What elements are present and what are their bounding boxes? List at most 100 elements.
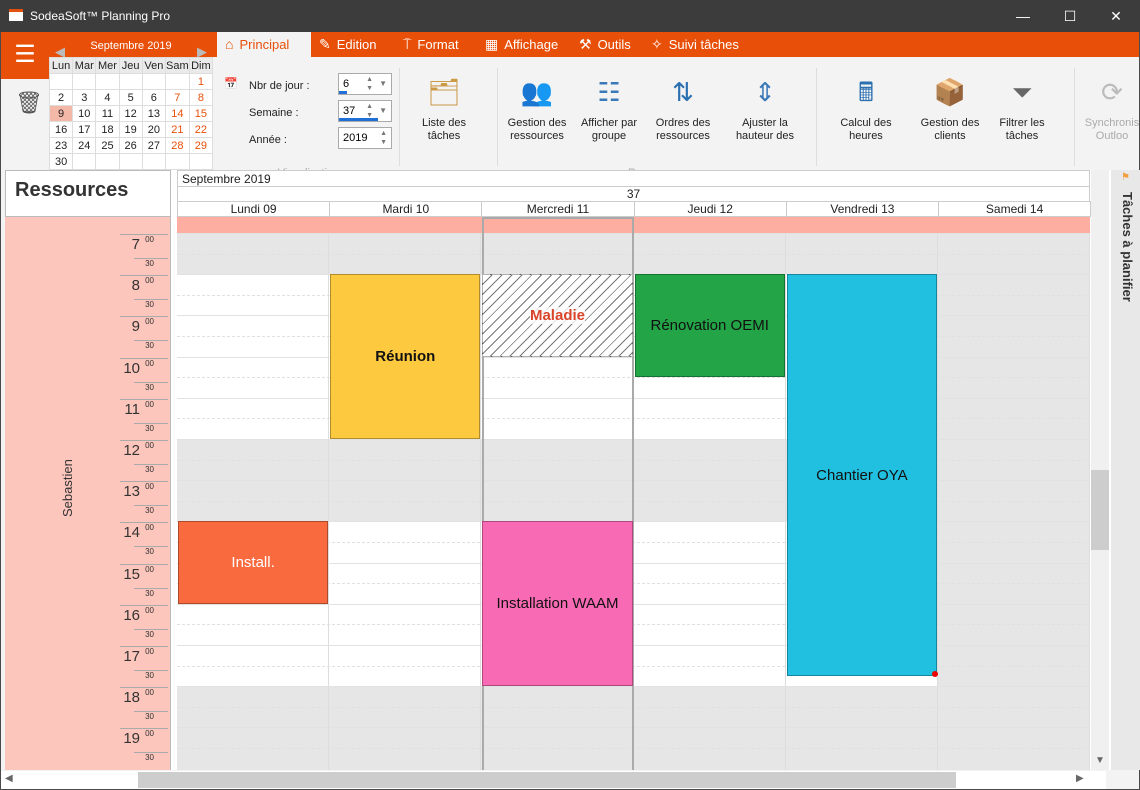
calendar-day[interactable]: 18: [95, 121, 120, 138]
calendar-day[interactable]: 23: [48, 137, 74, 154]
resize-handle[interactable]: [932, 670, 938, 677]
calendar-empty: [141, 73, 166, 90]
divider: [399, 68, 400, 166]
vertical-scrollbar[interactable]: ▼: [1091, 170, 1109, 770]
ribbon-button-task-list[interactable]: 🗂 Liste des tâches: [408, 74, 480, 143]
scroll-right-icon[interactable]: ▶: [1076, 773, 1084, 784]
calendar-day[interactable]: 5: [118, 89, 143, 106]
event-maladie[interactable]: Maladie: [482, 274, 633, 357]
edit-icon: ✎: [319, 36, 331, 52]
semaine-spinner[interactable]: 37 ▲ ▼ ▼: [338, 100, 392, 122]
calendar-day[interactable]: 3: [72, 89, 97, 106]
tab-label: Principal: [239, 37, 290, 52]
calendar-day[interactable]: 28: [164, 137, 190, 154]
trash-icon[interactable]: 🗑: [15, 90, 43, 116]
hour-label: 14 00 30: [120, 522, 168, 563]
calendar-day[interactable]: 8: [188, 89, 214, 106]
scroll-left-icon[interactable]: ◀: [5, 773, 13, 784]
maximize-button[interactable]: ☐: [1047, 0, 1093, 32]
tab-principal[interactable]: ⌂ Principal: [217, 32, 311, 57]
event-title: Maladie: [529, 306, 585, 324]
calendar-day[interactable]: 24: [72, 137, 97, 154]
day-header[interactable]: Vendredi 13: [785, 201, 939, 217]
calendar-day[interactable]: 21: [164, 121, 190, 138]
tasks-panel-tab[interactable]: ⚑ Tâches à planifier: [1111, 170, 1140, 770]
divider: [816, 68, 817, 166]
calendar-day[interactable]: 11: [95, 105, 120, 122]
ribbon-button-users[interactable]: 👥 Gestion des ressources: [501, 74, 573, 143]
nbr-jour-spinner[interactable]: 6 ▲ ▼ ▼: [338, 73, 392, 95]
calendar-day[interactable]: 25: [95, 137, 120, 154]
minute-label: 00: [145, 235, 154, 244]
resource-name[interactable]: Sebastien: [60, 459, 75, 517]
calendar-day[interactable]: 17: [72, 121, 97, 138]
scroll-thumb[interactable]: [1091, 470, 1109, 550]
calendar-day[interactable]: 14: [164, 105, 190, 122]
ribbon-button-filter[interactable]: ⏷ Filtrer les tâches: [986, 74, 1058, 143]
tab-affichage[interactable]: ▦ Affichage: [477, 32, 571, 57]
weekday-header: Mar: [72, 57, 97, 74]
minute-label: 00: [145, 523, 154, 533]
day-header[interactable]: Samedi 14: [938, 201, 1092, 217]
ribbon-button-sort-users[interactable]: ⇅ Ordres des ressources: [647, 74, 719, 143]
calendar-day[interactable]: 10: [72, 105, 97, 122]
annee-spinner[interactable]: 2019 ▲ ▼: [338, 127, 392, 149]
calendar-day[interactable]: 1: [188, 73, 214, 90]
tab-edition[interactable]: ✎ Edition: [311, 32, 395, 57]
calendar-day[interactable]: 12: [118, 105, 143, 122]
minute-label: 30: [134, 299, 168, 309]
tab-label: Suivi tâches: [668, 37, 739, 52]
schedule-grid[interactable]: Réunion Maladie Rénovation OEMI Chantier OY…: [177, 217, 1090, 770]
calendar-day[interactable]: 20: [141, 121, 166, 138]
event-réunion[interactable]: Réunion: [330, 274, 481, 439]
hour-label: 19 00 30: [120, 728, 168, 769]
ribbon-button-sync[interactable]: ⟳ Synchronis Outloo: [1082, 74, 1140, 143]
calendar-empty: [72, 73, 97, 90]
day-header[interactable]: Jeudi 12: [633, 201, 787, 217]
minimize-button[interactable]: —: [1000, 0, 1046, 32]
calendar-empty: [72, 153, 97, 170]
weekday-header: Dim: [188, 57, 214, 74]
calendar-day[interactable]: 4: [95, 89, 120, 106]
ribbon-button-clients[interactable]: 📦 Gestion des clients: [914, 74, 986, 143]
tab-suivi-tâches[interactable]: ✧ Suivi tâches: [643, 32, 747, 57]
tab-outils[interactable]: ⚒ Outils: [571, 32, 643, 57]
event-install-[interactable]: Install.: [178, 521, 329, 604]
close-button[interactable]: ✕: [1093, 0, 1139, 32]
day-header[interactable]: Mercredi 11: [481, 201, 635, 217]
calendar-empty: [164, 73, 190, 90]
scroll-down-icon[interactable]: ▼: [1095, 755, 1105, 766]
day-header[interactable]: Mardi 10: [329, 201, 483, 217]
minute-label: 30: [134, 670, 168, 680]
hour-number: 12: [123, 442, 140, 459]
calendar-day[interactable]: 26: [118, 137, 143, 154]
calendar-day[interactable]: 6: [141, 89, 166, 106]
ribbon-button-resize-height[interactable]: ⇕ Ajuster la hauteur des: [729, 74, 801, 143]
event-installation-waam[interactable]: Installation WAAM: [482, 521, 633, 687]
calendar-day[interactable]: 2: [48, 89, 74, 106]
tab-format[interactable]: ⍑ Format: [395, 32, 477, 57]
calendar-day[interactable]: 27: [141, 137, 166, 154]
calendar-day[interactable]: 29: [188, 137, 214, 154]
calendar-day[interactable]: 9: [48, 105, 74, 122]
calendar-day[interactable]: 22: [188, 121, 214, 138]
calendar-day[interactable]: 7: [164, 89, 190, 106]
event-title: Rénovation OEMI: [650, 317, 769, 335]
scroll-thumb[interactable]: [138, 772, 956, 788]
calendar-day[interactable]: 16: [48, 121, 74, 138]
calendar-day[interactable]: 15: [188, 105, 214, 122]
day-header[interactable]: Lundi 09: [177, 201, 331, 217]
menu-icon[interactable]: ☰: [1, 32, 49, 79]
ribbon-button-calculator[interactable]: 🖩 Calcul des heures: [830, 74, 902, 143]
calendar-day[interactable]: 13: [141, 105, 166, 122]
paint-roller-icon: ⍑: [403, 36, 412, 52]
event-rénovation-oemi[interactable]: Rénovation OEMI: [634, 274, 785, 378]
horizontal-scrollbar[interactable]: ◀ ▶: [1, 771, 1106, 789]
minute-label: 00: [145, 647, 154, 656]
ribbon-button-group[interactable]: ☷ Afficher par groupe: [573, 74, 645, 143]
event-chantier-oya[interactable]: Chantier OYA: [786, 274, 937, 676]
calendar-day[interactable]: 30: [48, 153, 74, 170]
calendar-day[interactable]: 19: [118, 121, 143, 138]
minute-label: 00: [145, 564, 154, 574]
hour-number: 9: [131, 318, 140, 336]
